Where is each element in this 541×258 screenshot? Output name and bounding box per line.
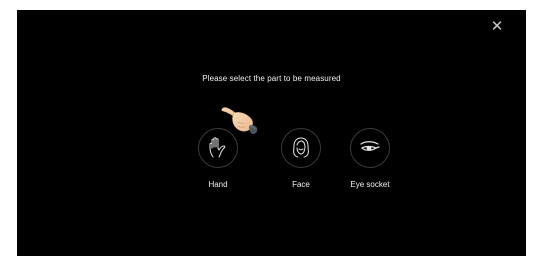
eye-socket-icon-ring — [350, 128, 390, 168]
option-eye-socket-label: Eye socket — [350, 180, 390, 189]
option-face[interactable]: Face — [266, 128, 336, 189]
close-button[interactable]: ✕ — [488, 18, 506, 36]
face-icon-ring — [281, 128, 321, 168]
prompt-text: Please select the part to be measured — [202, 74, 341, 83]
face-icon — [293, 137, 309, 158]
close-icon: ✕ — [490, 18, 504, 35]
measurement-selection-screen: ✕ Please select the part to be measured … — [17, 10, 526, 256]
option-face-label: Face — [292, 180, 310, 189]
option-hand-label: Hand — [208, 180, 228, 189]
eye-socket-icon — [360, 141, 380, 151]
option-eye-socket[interactable]: Eye socket — [335, 128, 405, 189]
pointing-hand-icon — [221, 107, 258, 134]
